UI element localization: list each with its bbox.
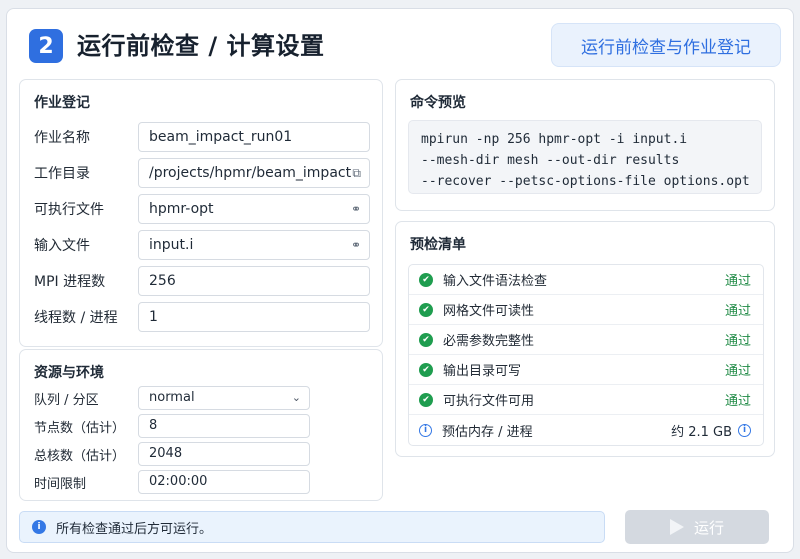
check-label: 输入文件语法检查	[443, 274, 548, 289]
job-name-label: 作业名称	[34, 130, 90, 146]
check-circle-icon: ✔	[419, 392, 433, 407]
queue-select[interactable]: normal ⌄	[138, 386, 310, 410]
command-preview-title: 命令预览	[410, 95, 466, 111]
info-icon: i	[419, 423, 432, 437]
nodes-row: 节点数（估计） 8	[34, 414, 310, 438]
app-window: 2 运行前检查 / 计算设置 运行前检查与作业登记 作业登记 作业名称 beam…	[6, 8, 794, 553]
check-circle-icon: ✔	[419, 302, 433, 317]
check-circle-icon: ✔	[419, 362, 433, 377]
list-item: ✔ 输入文件语法检查 通过	[409, 265, 763, 295]
input-file-input[interactable]: input.i ⚭	[138, 230, 370, 260]
play-icon	[669, 519, 684, 535]
info-icon[interactable]: i	[738, 423, 751, 437]
run-button[interactable]: 运行	[625, 510, 769, 544]
folder-open-icon[interactable]: ⧉	[352, 159, 361, 187]
workdir-label: 工作目录	[34, 166, 90, 182]
time-limit-input[interactable]: 02:00:00	[138, 470, 310, 494]
status-badge: 通过	[724, 364, 751, 379]
checklist: ✔ 输入文件语法检查 通过 ✔ 网格文件可读性 通过 ✔ 必需参数完整性 通过 …	[408, 264, 764, 446]
notice-text: 所有检查通过后方可运行。	[56, 521, 213, 537]
input-file-label: 输入文件	[34, 238, 90, 254]
executable-label: 可执行文件	[34, 202, 104, 218]
resources-card: 资源与环境 队列 / 分区 normal ⌄ 节点数（估计） 8 总核数（估计）…	[19, 349, 383, 501]
threads-row: 线程数 / 进程 1	[34, 302, 370, 332]
page-title: 运行前检查 / 计算设置	[77, 32, 325, 60]
queue-label: 队列 / 分区	[34, 392, 99, 408]
check-circle-icon: ✔	[419, 332, 433, 347]
nodes-label: 节点数（估计）	[34, 420, 126, 436]
header: 2 运行前检查 / 计算设置 运行前检查与作业登记	[7, 9, 793, 79]
threads-label: 线程数 / 进程	[34, 310, 118, 326]
threads-input[interactable]: 1	[138, 302, 370, 332]
cores-row: 总核数（估计） 2048	[34, 442, 310, 466]
command-preview-code: mpirun -np 256 hpmr-opt -i input.i --mesh…	[408, 120, 762, 194]
time-limit-label: 时间限制	[34, 476, 87, 492]
check-label: 必需参数完整性	[443, 334, 535, 349]
executable-row: 可执行文件 hpmr-opt ⚭	[34, 194, 370, 224]
resources-title: 资源与环境	[34, 365, 104, 381]
workdir-input[interactable]: /projects/hpmr/beam_impact ⧉	[138, 158, 370, 188]
command-line: --recover --petsc-options-file options.o…	[421, 174, 750, 189]
tab-preflight-registration[interactable]: 运行前检查与作业登记	[551, 23, 781, 67]
queue-row: 队列 / 分区 normal ⌄	[34, 386, 310, 410]
mpi-procs-row: MPI 进程数 256	[34, 266, 370, 296]
memory-estimate-label: 预估内存 / 进程	[442, 424, 533, 440]
job-name-row: 作业名称 beam_impact_run01	[34, 122, 370, 152]
command-line: --mesh-dir mesh --out-dir results	[421, 153, 680, 168]
list-item: ✔ 可执行文件可用 通过	[409, 385, 763, 415]
workdir-row: 工作目录 /projects/hpmr/beam_impact ⧉	[34, 158, 370, 188]
notice-bar: i 所有检查通过后方可运行。	[19, 511, 605, 543]
job-registration-card: 作业登记 作业名称 beam_impact_run01 工作目录 /projec…	[19, 79, 383, 347]
step-badge: 2	[29, 29, 63, 63]
list-item: ✔ 输出目录可写 通过	[409, 355, 763, 385]
check-label: 网格文件可读性	[443, 304, 535, 319]
check-label: 输出目录可写	[443, 364, 522, 379]
status-badge: 通过	[724, 334, 751, 349]
memory-estimate-row: i 预估内存 / 进程 约 2.1 GB i	[409, 415, 763, 445]
status-badge: 通过	[724, 274, 751, 289]
check-label: 可执行文件可用	[443, 394, 535, 409]
link-icon[interactable]: ⚭	[351, 231, 361, 259]
executable-input[interactable]: hpmr-opt ⚭	[138, 194, 370, 224]
time-limit-row: 时间限制 02:00:00	[34, 470, 310, 494]
command-preview-card: 命令预览 mpirun -np 256 hpmr-opt -i input.i -…	[395, 79, 775, 211]
info-icon: i	[32, 520, 46, 534]
job-registration-title: 作业登记	[34, 95, 90, 111]
command-line: mpirun -np 256 hpmr-opt -i input.i	[421, 132, 688, 147]
status-badge: 通过	[724, 304, 751, 319]
mpi-procs-input[interactable]: 256	[138, 266, 370, 296]
preflight-checklist-card: 预检清单 ✔ 输入文件语法检查 通过 ✔ 网格文件可读性 通过 ✔ 必需参数完整…	[395, 221, 775, 457]
list-item: ✔ 网格文件可读性 通过	[409, 295, 763, 325]
link-icon[interactable]: ⚭	[351, 195, 361, 223]
input-file-row: 输入文件 input.i ⚭	[34, 230, 370, 260]
cores-input[interactable]: 2048	[138, 442, 310, 466]
check-circle-icon: ✔	[419, 272, 433, 287]
nodes-input[interactable]: 8	[138, 414, 310, 438]
job-name-input[interactable]: beam_impact_run01	[138, 122, 370, 152]
cores-label: 总核数（估计）	[34, 448, 126, 464]
run-button-label: 运行	[693, 518, 724, 537]
status-badge: 通过	[724, 394, 751, 409]
preflight-checklist-title: 预检清单	[410, 237, 466, 253]
memory-estimate-value: 约 2.1 GB	[671, 424, 732, 440]
mpi-procs-label: MPI 进程数	[34, 274, 106, 290]
chevron-down-icon: ⌄	[291, 391, 301, 404]
list-item: ✔ 必需参数完整性 通过	[409, 325, 763, 355]
